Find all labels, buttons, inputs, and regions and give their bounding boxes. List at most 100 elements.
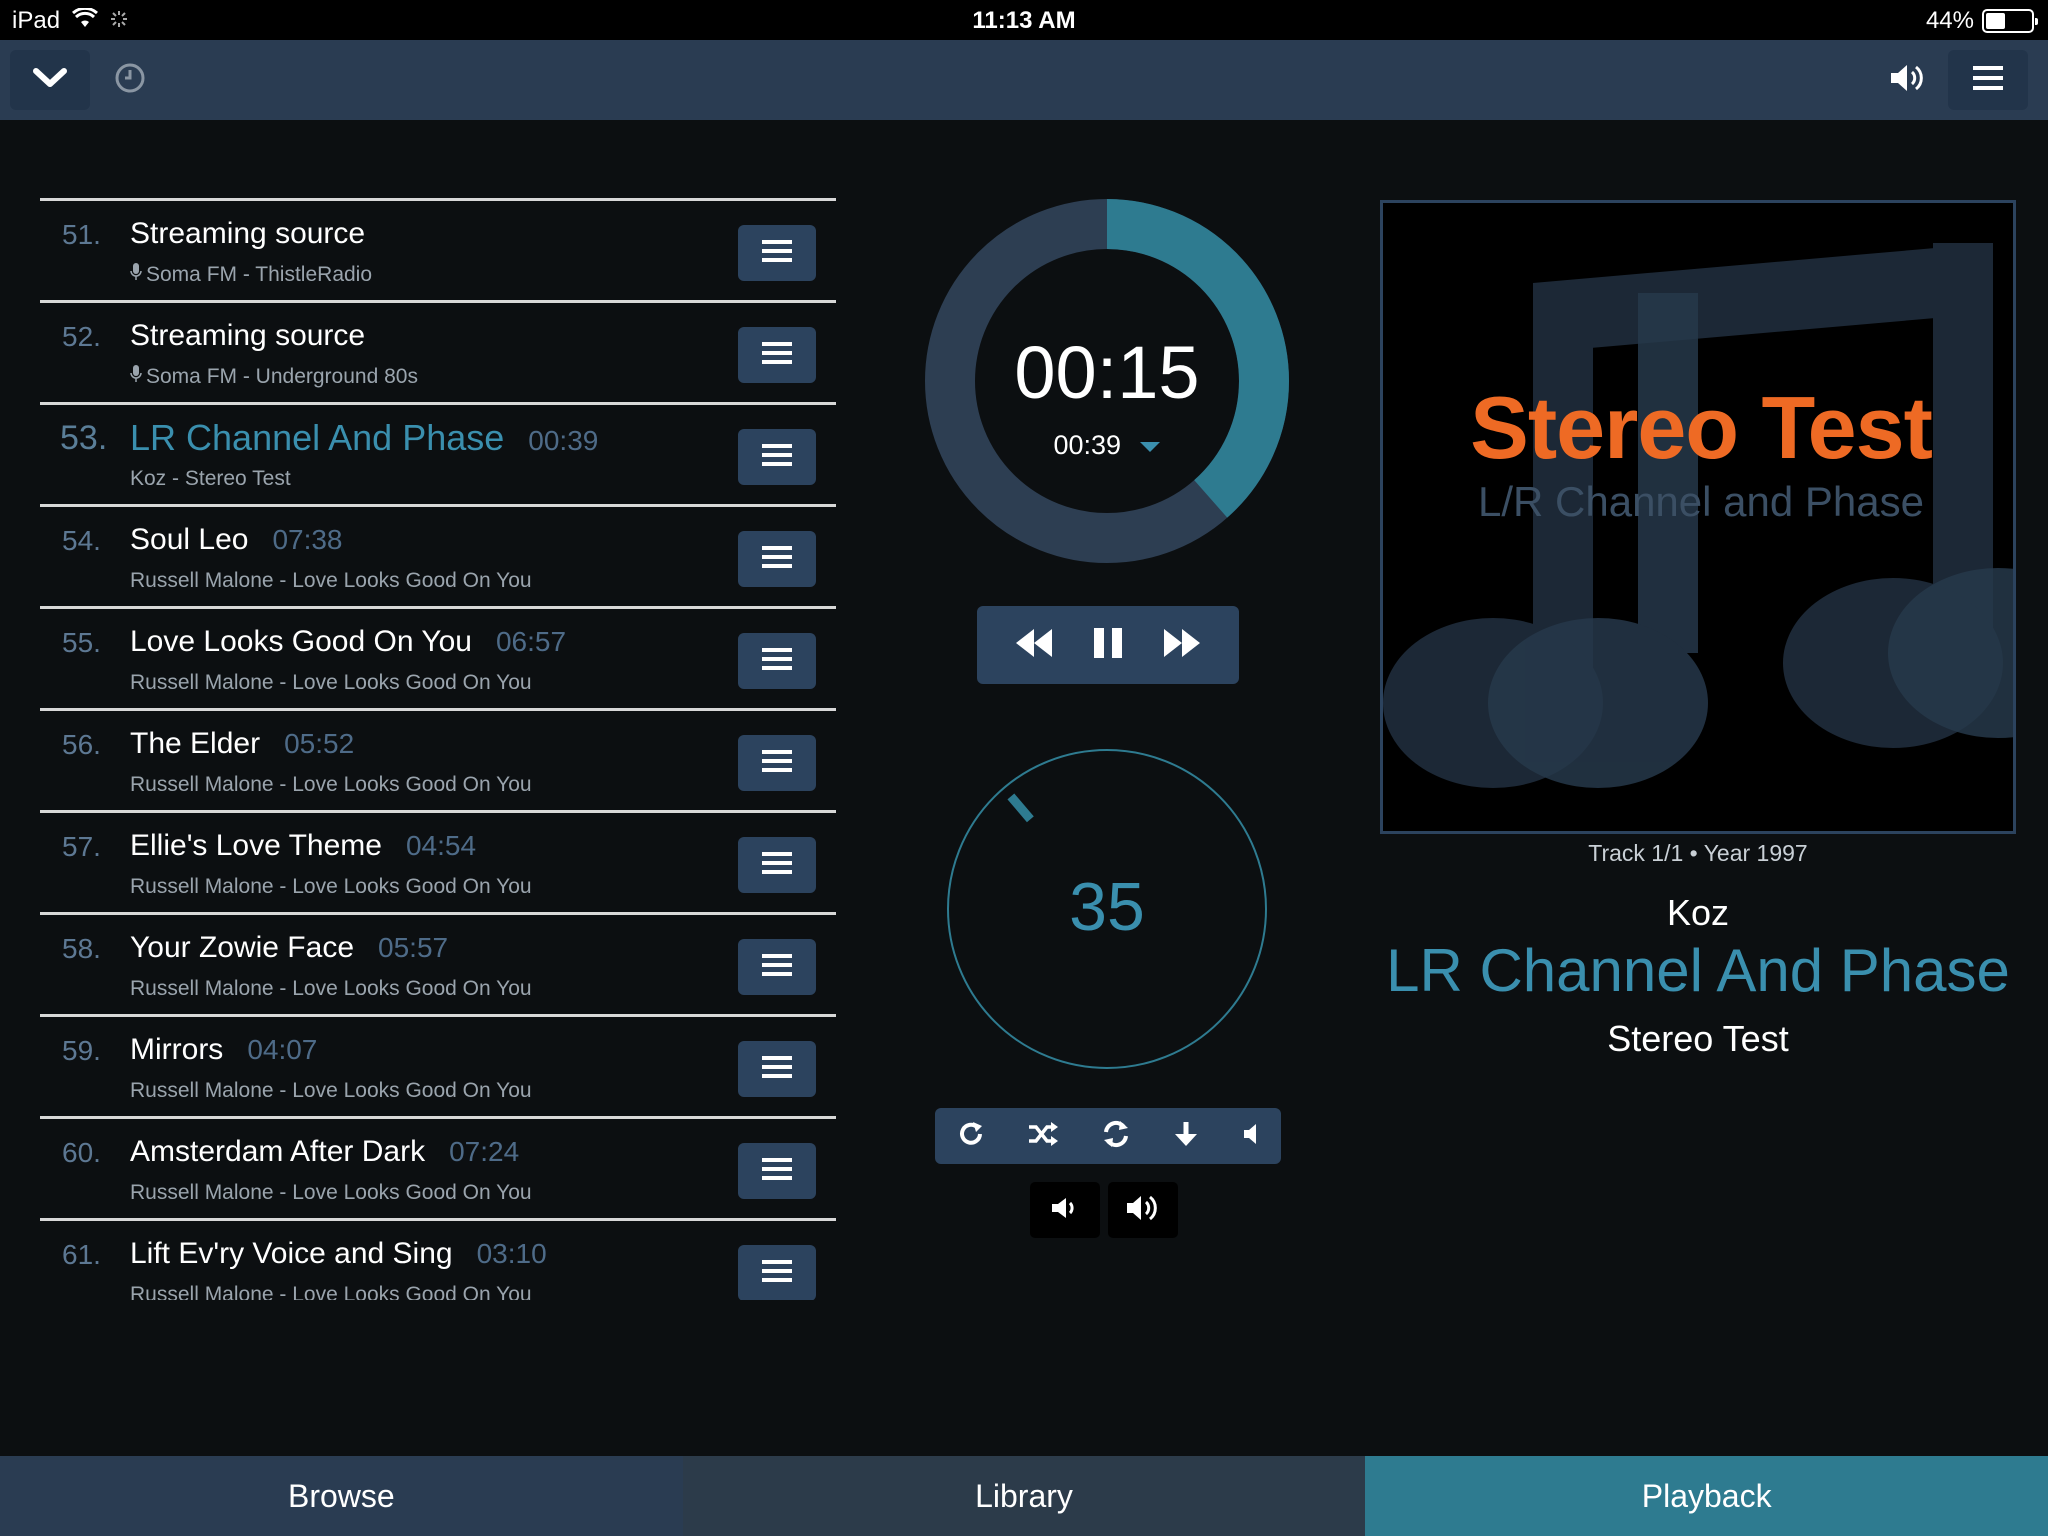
hamburger-icon (762, 545, 792, 574)
track-menu-button[interactable] (738, 429, 816, 485)
collapse-button[interactable] (10, 50, 90, 110)
track-menu-button[interactable] (738, 1143, 816, 1199)
now-playing-album[interactable]: Stereo Test (1380, 1018, 2016, 1060)
track-title-line: Streaming source (130, 319, 389, 353)
track-title: Love Looks Good On You (130, 625, 472, 658)
hamburger-icon (762, 341, 792, 370)
track-subtitle: Russell Malone - Love Looks Good On You (130, 977, 532, 1001)
pause-button[interactable] (1091, 626, 1125, 665)
track-title-line: Streaming source (130, 217, 389, 251)
history-button[interactable] (102, 55, 158, 105)
battery-icon (1982, 9, 2038, 33)
playlist-item[interactable]: 60. Amsterdam After Dark 07:24 Russell Malo… (40, 1116, 836, 1218)
now-playing-title[interactable]: LR Channel And Phase (1380, 936, 2016, 1005)
track-subtitle: Soma FM - Underground 80s (130, 365, 418, 389)
track-menu-button[interactable] (738, 225, 816, 281)
volume-down-button[interactable] (1030, 1182, 1100, 1238)
track-number: 54. (62, 525, 101, 556)
hamburger-icon (762, 239, 792, 268)
playlist[interactable]: 51. Streaming source Soma FM - ThistleRadi… (40, 198, 836, 1300)
track-menu-button[interactable] (738, 1041, 816, 1097)
track-subtitle-text: Russell Malone - Love Looks Good On You (130, 977, 532, 1000)
transport-controls (977, 606, 1239, 684)
track-menu-button[interactable] (738, 633, 816, 689)
speaker-icon (1889, 62, 1927, 99)
playlist-item[interactable]: 56. The Elder 05:52 Russell Malone - Love L… (40, 708, 836, 810)
consume-button[interactable] (1101, 1119, 1131, 1154)
microphone-icon (130, 263, 142, 286)
track-title-line: LR Channel And Phase 00:39 (130, 417, 598, 459)
playlist-item[interactable]: 58. Your Zowie Face 05:57 Russell Malone - … (40, 912, 836, 1014)
microphone-icon (130, 365, 142, 388)
playlist-item[interactable]: 55. Love Looks Good On You 06:57 Russell Ma… (40, 606, 836, 708)
track-title: Amsterdam After Dark (130, 1135, 426, 1168)
track-info: Track 1/1 • Year 1997 (1588, 840, 1808, 866)
track-number: 52. (62, 321, 101, 352)
track-title: Soul Leo (130, 523, 249, 556)
track-subtitle-text: Russell Malone - Love Looks Good On You (130, 1079, 532, 1102)
track-number: 53. (60, 419, 108, 457)
track-subtitle-text: Koz - Stereo Test (130, 467, 291, 490)
track-subtitle: Soma FM - ThistleRadio (130, 263, 372, 287)
album-art: Stereo Test L/R Channel and Phase (1380, 200, 2016, 834)
hamburger-icon (762, 443, 792, 472)
bottom-tab-bar: Browse Library Playback (0, 1456, 2048, 1536)
previous-button[interactable] (1014, 626, 1054, 665)
tab-playback[interactable]: Playback (1365, 1456, 2048, 1536)
download-button[interactable] (1173, 1120, 1199, 1153)
track-duration: 05:52 (284, 728, 355, 759)
status-bar: iPad 11:13 AM 44% (0, 0, 2048, 40)
battery-percent: 44% (1925, 7, 1974, 34)
volume-up-button[interactable] (1108, 1182, 1178, 1238)
tab-browse[interactable]: Browse (0, 1456, 683, 1536)
track-subtitle-text: Russell Malone - Love Looks Good On You (130, 773, 532, 796)
volume-toolbar-button[interactable] (1880, 55, 1936, 105)
track-menu-button[interactable] (738, 327, 816, 383)
track-duration: 07:38 (272, 524, 343, 555)
track-menu-button[interactable] (738, 531, 816, 587)
track-number: 61. (62, 1239, 101, 1270)
track-title: The Elder (130, 727, 261, 760)
repeat-button[interactable] (956, 1119, 986, 1154)
track-subtitle: Russell Malone - Love Looks Good On You (130, 569, 532, 593)
caret-down-icon (1139, 430, 1161, 460)
track-menu-button[interactable] (738, 1245, 816, 1300)
tab-library[interactable]: Library (682, 1456, 1366, 1536)
track-duration: 03:10 (476, 1238, 547, 1269)
track-duration: 04:07 (247, 1034, 318, 1065)
track-menu-button[interactable] (738, 735, 816, 791)
playback-mode-bar (935, 1108, 1281, 1164)
playlist-item[interactable]: 54. Soul Leo 07:38 Russell Malone - Love Lo… (40, 504, 836, 606)
track-number: 58. (62, 933, 101, 964)
playlist-item[interactable]: 59. Mirrors 04:07 Russell Malone - Love Loo… (40, 1014, 836, 1116)
track-subtitle: Russell Malone - Love Looks Good On You (130, 671, 532, 695)
playlist-item[interactable]: 52. Streaming source Soma FM - Underground… (40, 300, 836, 402)
playlist-item[interactable]: 61. Lift Ev'ry Voice and Sing 03:10 Russell… (40, 1218, 836, 1300)
track-subtitle: Russell Malone - Love Looks Good On You (130, 773, 532, 797)
track-title: Mirrors (130, 1033, 224, 1066)
track-menu-button[interactable] (738, 939, 816, 995)
playlist-item[interactable]: 53. LR Channel And Phase 00:39 Koz - Stereo… (40, 402, 836, 504)
next-button[interactable] (1162, 626, 1202, 665)
playlist-item[interactable]: 57. Ellie's Love Theme 04:54 Russell Malone… (40, 810, 836, 912)
track-duration: 04:54 (405, 830, 477, 861)
track-title-line: Ellie's Love Theme 04:54 (130, 829, 476, 863)
track-duration: 05:57 (378, 932, 449, 963)
now-playing-artist[interactable]: Koz (1380, 892, 2016, 934)
track-menu-button[interactable] (738, 837, 816, 893)
hamburger-icon (762, 647, 792, 676)
track-subtitle: Russell Malone - Love Looks Good On You (130, 1079, 532, 1103)
total-time-toggle[interactable]: 00:39 (924, 430, 1290, 461)
track-subtitle-text: Russell Malone - Love Looks Good On You (130, 875, 532, 898)
shuffle-button[interactable] (1027, 1120, 1059, 1153)
track-subtitle: Russell Malone - Love Looks Good On You (130, 1181, 532, 1205)
mute-button[interactable] (1240, 1122, 1260, 1151)
track-subtitle-text: Russell Malone - Love Looks Good On You (130, 671, 532, 694)
playlist-item[interactable]: 51. Streaming source Soma FM - ThistleRadi… (40, 198, 836, 300)
volume-value: 35 (1069, 869, 1145, 945)
track-title: LR Channel And Phase (130, 417, 505, 458)
track-subtitle: Koz - Stereo Test (130, 467, 291, 491)
track-title: Streaming source (130, 319, 366, 352)
track-title-line: Amsterdam After Dark 07:24 (130, 1135, 519, 1169)
main-menu-button[interactable] (1948, 50, 2028, 110)
